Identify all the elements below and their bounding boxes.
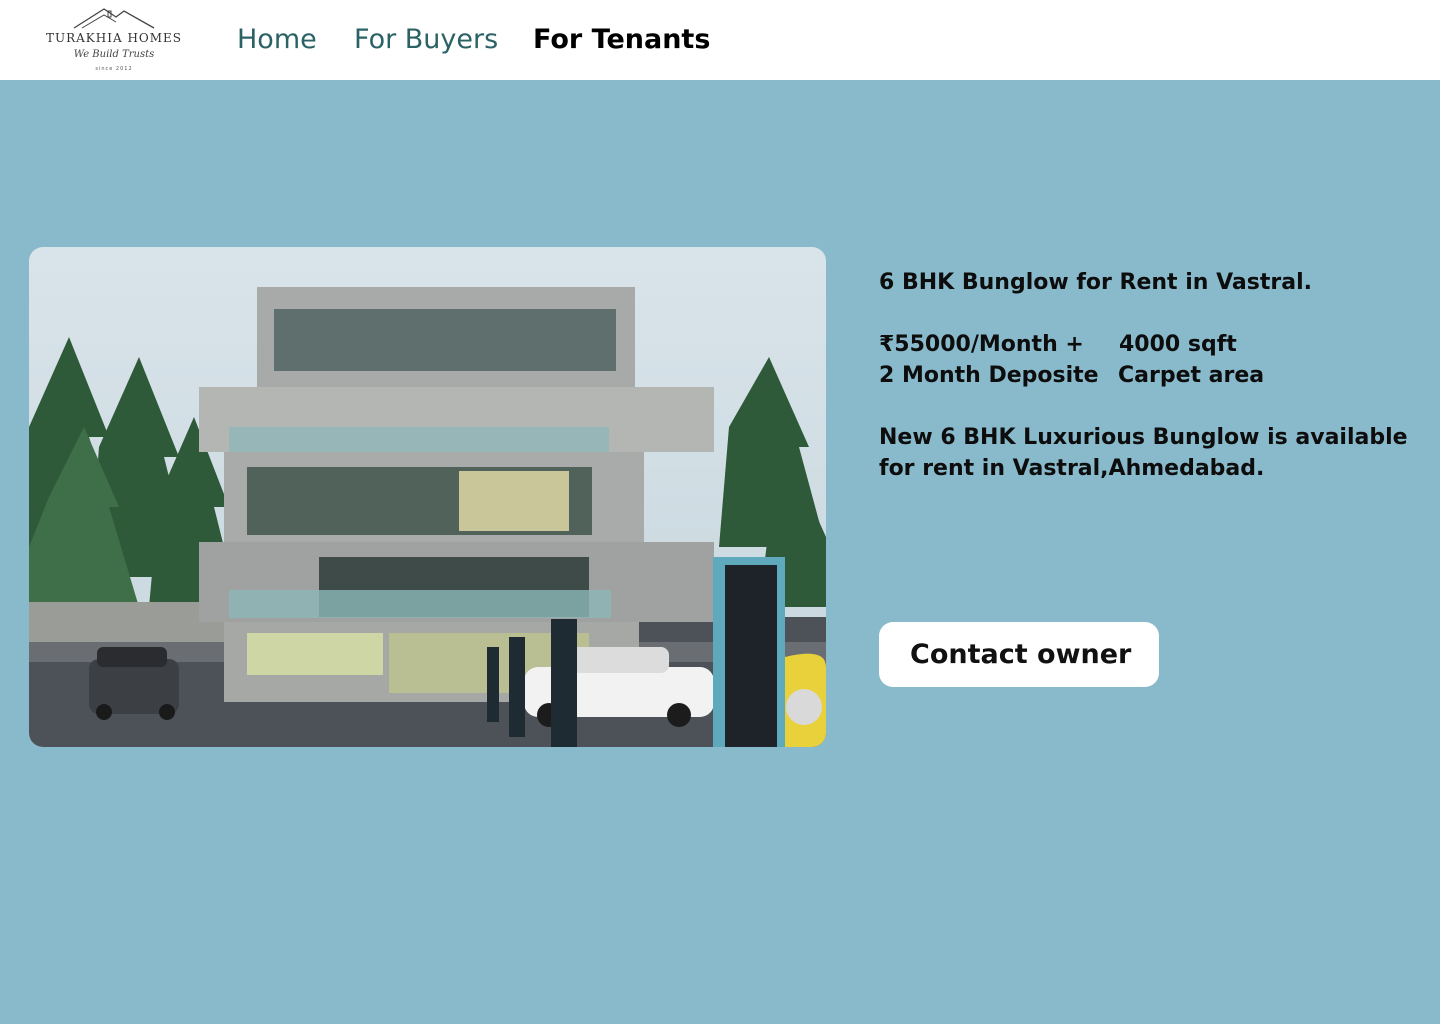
listing-title: 6 BHK Bunglow for Rent in Vastral. bbox=[879, 270, 1312, 295]
contact-owner-button[interactable]: Contact owner bbox=[879, 622, 1159, 687]
top-navbar: TURAKHIA HOMES We Build Trusts since 201… bbox=[0, 0, 1440, 80]
listing-description: New 6 BHK Luxurious Bunglow is available… bbox=[879, 425, 1408, 481]
nav-home[interactable]: Home bbox=[237, 24, 317, 56]
nav-for-buyers[interactable]: For Buyers bbox=[354, 24, 498, 56]
brand-tagline: We Build Trusts bbox=[73, 49, 155, 60]
house-roof-icon bbox=[73, 8, 155, 29]
nav-for-tenants[interactable]: For Tenants bbox=[533, 24, 710, 56]
listing-deposit: 2 Month Deposite bbox=[879, 363, 1099, 388]
brand-logo[interactable]: TURAKHIA HOMES We Build Trusts since 201… bbox=[42, 6, 186, 76]
brand-name: TURAKHIA HOMES bbox=[45, 31, 183, 45]
brand-since: since 2012 bbox=[95, 66, 133, 72]
listing-rent: ₹55000/Month + bbox=[879, 332, 1084, 357]
bungalow-photo bbox=[29, 247, 826, 747]
listing-area-value: 4000 sqft bbox=[1119, 332, 1237, 357]
listing-area-label: Carpet area bbox=[1118, 363, 1265, 388]
